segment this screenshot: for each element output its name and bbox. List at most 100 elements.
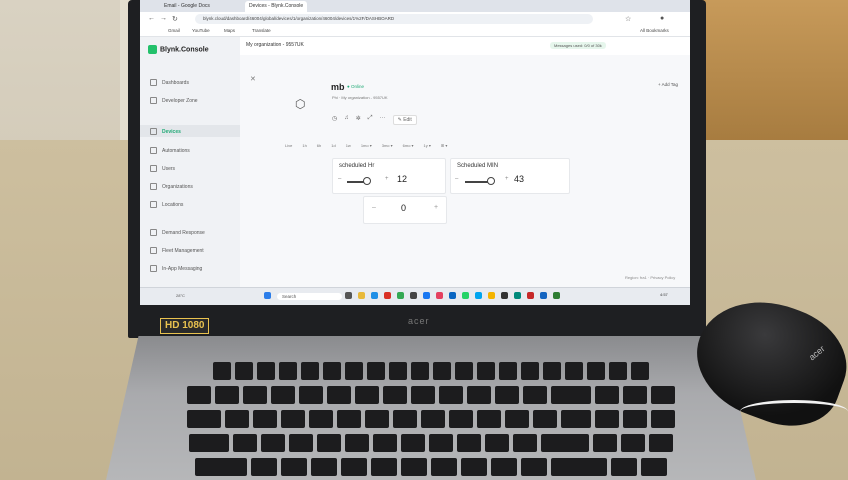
forward-icon[interactable]: → [160,15,167,22]
taskbar-search[interactable]: Search [277,293,342,300]
share-icon[interactable]: ⤢ [368,115,373,125]
range-live[interactable]: Live [285,143,292,148]
key [289,434,313,452]
status-badge: ● Online [347,84,364,89]
increment-button[interactable]: + [434,204,438,211]
weather-widget[interactable]: 28°C [176,293,185,298]
app-icon[interactable] [553,292,560,299]
sidebar-item-dashboards[interactable]: Dashboards [150,79,189,86]
star-icon[interactable]: ☆ [625,15,631,23]
all-bookmarks[interactable]: All Bookmarks [640,28,669,33]
bookmark-youtube[interactable]: YouTube [192,28,210,33]
sidebar-item-organizations[interactable]: Organizations [150,183,193,190]
bookmark-gmail[interactable]: Gmail [168,28,180,33]
range-1mo[interactable]: 1mo ▾ [361,143,372,148]
decrement-button[interactable]: – [338,176,341,182]
bookmark-maps[interactable]: Maps [224,28,235,33]
sidebar-item-fleet-management[interactable]: Fleet Management [150,247,204,254]
app-icon[interactable] [449,292,456,299]
device-page: ✕ ⬡ mb ● Online Phi · My organization - … [240,55,690,287]
blynk-logo-icon [148,45,157,54]
device-toolbar: ◷ ♫ ✲ ⤢ ··· ✎ Edit [332,115,417,125]
range-6mo[interactable]: 6mo ▾ [403,143,414,148]
increment-button[interactable]: + [505,176,509,182]
range-1d[interactable]: 1d [331,143,335,148]
sidebar-item-users[interactable]: Users [150,165,175,172]
sidebar-item-locations[interactable]: Locations [150,201,183,208]
slider-widget-min: Scheduled MIN – + 43 [450,158,570,194]
profile-icon[interactable]: ● [660,15,664,22]
chrome-icon[interactable] [397,292,404,299]
edge-icon[interactable] [371,292,378,299]
windows-start-icon[interactable] [264,292,271,299]
range-3mo[interactable]: 3mo ▾ [382,143,393,148]
key [373,434,397,452]
edit-button[interactable]: ✎ Edit [392,115,417,125]
keyboard-row-fn [106,362,756,380]
sidebar-item-in-app-messaging[interactable]: In-App Messaging [150,265,202,272]
range-6h[interactable]: 6h [317,143,321,148]
file-explorer-icon[interactable] [358,292,365,299]
store-icon[interactable] [410,292,417,299]
key [215,386,239,404]
app-icon[interactable] [501,292,508,299]
app-icon[interactable] [514,292,521,299]
close-icon[interactable]: ✕ [250,75,256,83]
range-1y[interactable]: 1y ▾ [424,143,431,148]
key [301,362,319,380]
key [505,410,529,428]
key [533,410,557,428]
decrement-button[interactable]: – [455,176,458,182]
bell-icon[interactable]: ♫ [344,115,349,125]
slider-handle[interactable] [363,177,371,185]
url-input[interactable]: blynk.cloud/dashboard/46004/global/devic… [195,14,593,24]
task-view-icon[interactable] [345,292,352,299]
clock-icon[interactable]: ◷ [332,115,337,125]
decrement-button[interactable]: – [372,204,376,211]
app-logo[interactable]: Blynk.Console [148,45,209,54]
key [455,362,473,380]
widget-title: Scheduled MIN [457,163,499,169]
sidebar-item-automations[interactable]: Automations [150,147,190,154]
system-clock[interactable]: 4:57 [660,292,668,297]
app-icon[interactable] [527,292,534,299]
sidebar-item-developer-zone[interactable]: Developer Zone [150,97,198,104]
whatsapp-icon[interactable] [462,292,469,299]
browser-tab-active[interactable]: Devices - Blynk.Console [245,1,308,12]
increment-button[interactable]: + [385,176,389,182]
keyboard-row-asdf [106,434,756,452]
hd-1080-sticker: HD 1080 [160,318,210,334]
bookmark-translate[interactable]: Translate [252,28,271,33]
key [651,410,675,428]
range-1w[interactable]: 1w [346,143,351,148]
app-icon[interactable] [488,292,495,299]
key [551,458,607,476]
key [561,410,591,428]
youtube-icon[interactable] [384,292,391,299]
reload-icon[interactable]: ↻ [172,15,178,23]
keyboard-row-zxcv [106,458,756,476]
key [389,362,407,380]
instagram-icon[interactable] [436,292,443,299]
range-custom[interactable]: ⊞ ▾ [441,143,447,148]
key [341,458,367,476]
key [271,386,295,404]
app-icon[interactable] [475,292,482,299]
sidebar-item-demand-response[interactable]: Demand Response [150,229,205,236]
key [393,410,417,428]
key [189,434,229,452]
range-1h[interactable]: 1h [302,143,306,148]
app-icon[interactable] [540,292,547,299]
device-icon [150,128,157,135]
back-icon[interactable]: ← [148,15,155,22]
add-tag-button[interactable]: + Add Tag [658,82,678,87]
slider-handle[interactable] [487,177,495,185]
key [213,362,231,380]
org-switcher[interactable]: My organization - 9557UK [246,42,304,48]
key [401,434,425,452]
settings-icon[interactable]: ✲ [356,115,361,125]
facebook-icon[interactable] [423,292,430,299]
browser-tab[interactable]: Email - Google Docs [160,1,214,12]
more-icon[interactable]: ··· [380,115,386,125]
sidebar-item-devices[interactable]: Devices [150,128,181,135]
